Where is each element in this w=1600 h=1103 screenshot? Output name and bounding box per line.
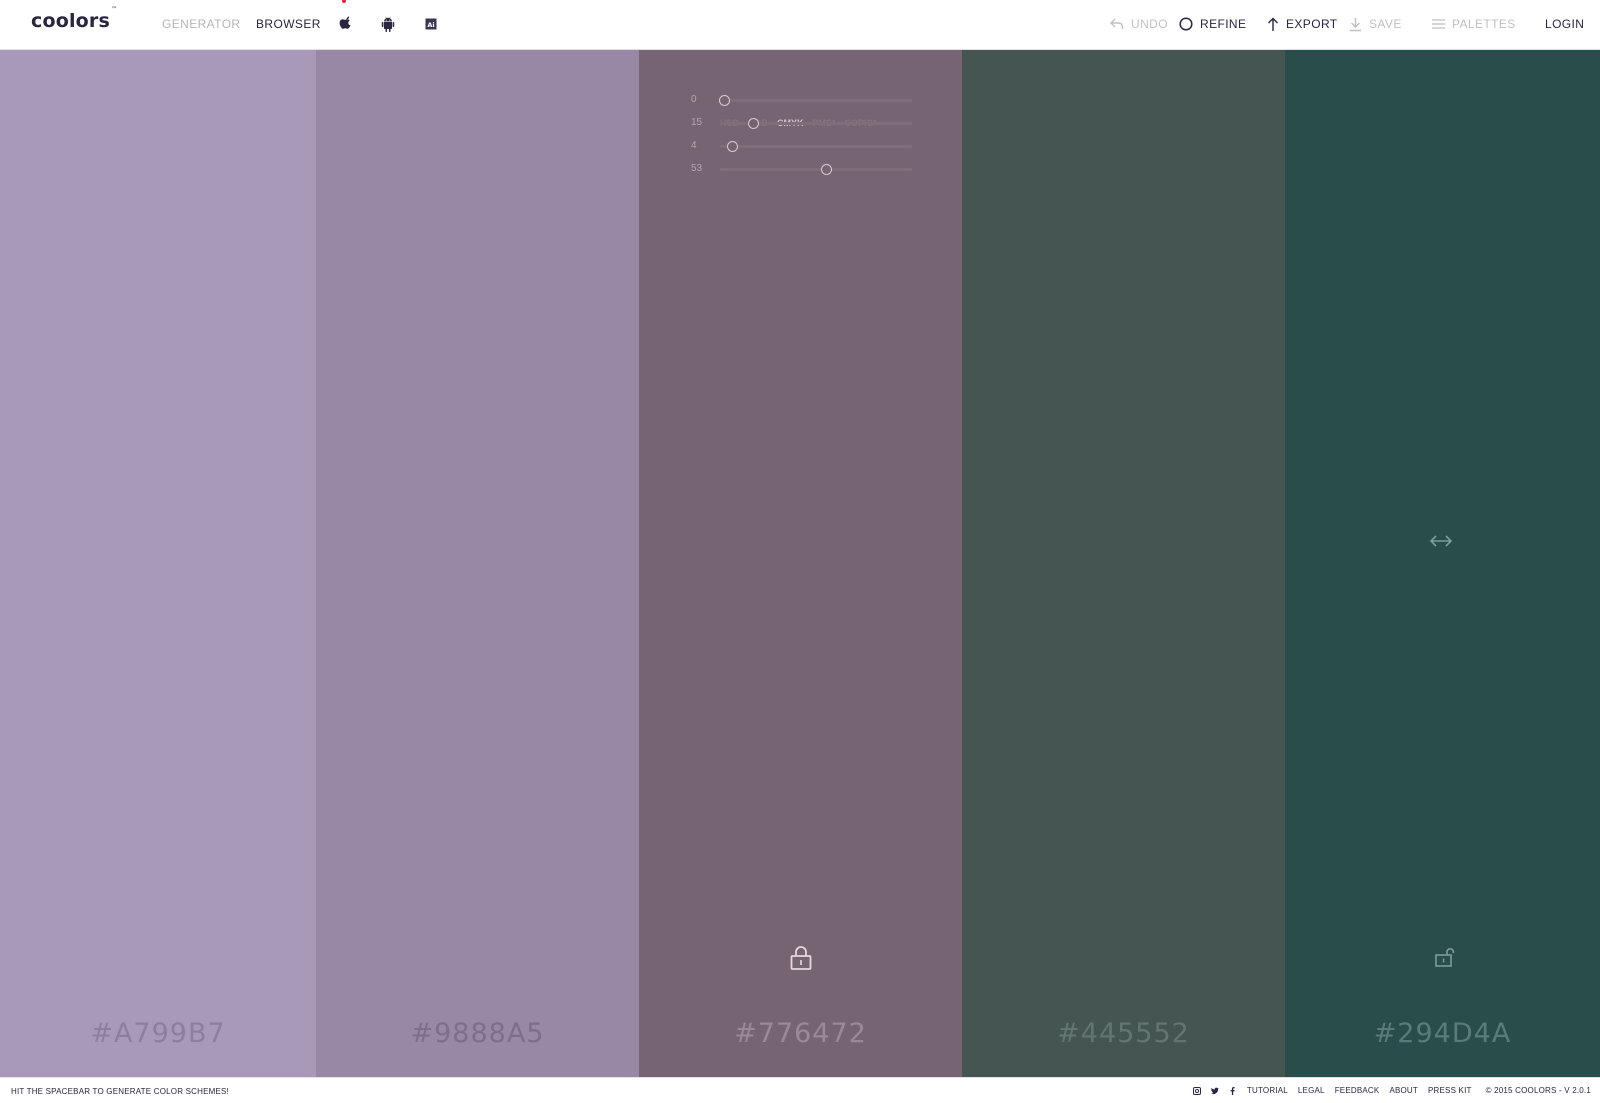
- undo-icon: [1110, 18, 1124, 29]
- export-button[interactable]: EXPORT: [1267, 15, 1338, 33]
- nav-browser[interactable]: BROWSER: [256, 17, 321, 31]
- hex-code[interactable]: #9888A5: [316, 1018, 639, 1049]
- android-icon[interactable]: [381, 16, 395, 32]
- slider-value: 15: [691, 117, 703, 128]
- color-column-1[interactable]: #A799B7: [0, 50, 316, 1077]
- coolors-logo[interactable]: coolors™: [31, 6, 117, 32]
- twitter-icon[interactable]: [1210, 1087, 1219, 1095]
- apple-icon[interactable]: [339, 16, 353, 32]
- lock-open-icon[interactable]: [1434, 947, 1456, 969]
- palettes-label: PALETTES: [1452, 17, 1516, 31]
- facebook-icon[interactable]: [1229, 1086, 1237, 1095]
- footer-link-about[interactable]: ABOUT: [1389, 1086, 1418, 1095]
- save-button[interactable]: SAVE: [1349, 15, 1402, 33]
- refine-button[interactable]: REFINE: [1179, 15, 1246, 33]
- footer-links: TUTORIAL LEGAL FEEDBACK ABOUT PRESS KIT …: [1192, 1086, 1591, 1095]
- hex-code[interactable]: #445552: [962, 1018, 1285, 1049]
- menu-lines-icon: [1432, 19, 1445, 29]
- top-bar: coolors™ GENERATOR BROWSER Ai UNDO REFIN…: [0, 0, 1600, 50]
- lock-closed-icon[interactable]: [789, 945, 813, 971]
- spacebar-tip: HIT THE SPACEBAR TO GENERATE COLOR SCHEM…: [11, 1087, 229, 1096]
- footer-link-feedback[interactable]: FEEDBACK: [1335, 1086, 1380, 1095]
- refine-icon: [1179, 17, 1193, 31]
- save-label: SAVE: [1369, 17, 1402, 31]
- color-column-2[interactable]: #9888A5: [316, 50, 639, 1077]
- slider-value: 53: [691, 163, 703, 174]
- nav-generator[interactable]: GENERATOR: [162, 17, 241, 31]
- hex-code[interactable]: #294D4A: [1285, 1018, 1600, 1049]
- copyright: © 2015 COOLORS - V 2.0.1: [1485, 1086, 1591, 1095]
- export-label: EXPORT: [1286, 17, 1338, 31]
- hex-code[interactable]: #A799B7: [0, 1018, 316, 1049]
- color-column-3[interactable]: #776472: [639, 50, 962, 1077]
- footer-link-press-kit[interactable]: PRESS KIT: [1428, 1086, 1472, 1095]
- color-column-4[interactable]: #445552: [962, 50, 1285, 1077]
- undo-button[interactable]: UNDO: [1110, 15, 1168, 33]
- refine-label: REFINE: [1200, 17, 1247, 31]
- slider-track[interactable]: [720, 168, 912, 171]
- login-button[interactable]: LOGIN: [1545, 15, 1584, 33]
- slider-track[interactable]: [720, 145, 912, 148]
- undo-label: UNDO: [1131, 17, 1168, 31]
- save-download-icon: [1350, 17, 1361, 31]
- instagram-icon[interactable]: [1192, 1086, 1201, 1095]
- slider-knob[interactable]: [726, 141, 738, 152]
- color-column-5[interactable]: #294D4A: [1285, 50, 1600, 1077]
- logo-badge: ™: [111, 5, 118, 13]
- slider-knob[interactable]: [719, 95, 730, 106]
- palette: #A799B7 #9888A5 #776472 #445552 #294D4A …: [0, 50, 1600, 1077]
- svg-text:Ai: Ai: [427, 21, 434, 29]
- adobe-illustrator-icon[interactable]: Ai: [424, 16, 438, 32]
- drag-arrows-icon[interactable]: [1429, 529, 1453, 553]
- footer-link-tutorial[interactable]: TUTORIAL: [1247, 1086, 1288, 1095]
- footer: HIT THE SPACEBAR TO GENERATE COLOR SCHEM…: [0, 1077, 1600, 1103]
- hex-code[interactable]: #776472: [639, 1018, 962, 1049]
- login-label: LOGIN: [1545, 17, 1585, 31]
- slider-value: 4: [691, 140, 697, 151]
- export-arrow-icon: [1268, 17, 1278, 31]
- logo-text: coolors: [31, 10, 111, 32]
- slider-knob[interactable]: [747, 118, 759, 129]
- palettes-button[interactable]: PALETTES: [1432, 15, 1516, 33]
- notification-marker: [342, 0, 346, 3]
- slider-knob[interactable]: [820, 164, 832, 175]
- footer-link-legal[interactable]: LEGAL: [1298, 1086, 1325, 1095]
- slider-value: 0: [691, 94, 697, 105]
- slider-track[interactable]: [720, 99, 912, 102]
